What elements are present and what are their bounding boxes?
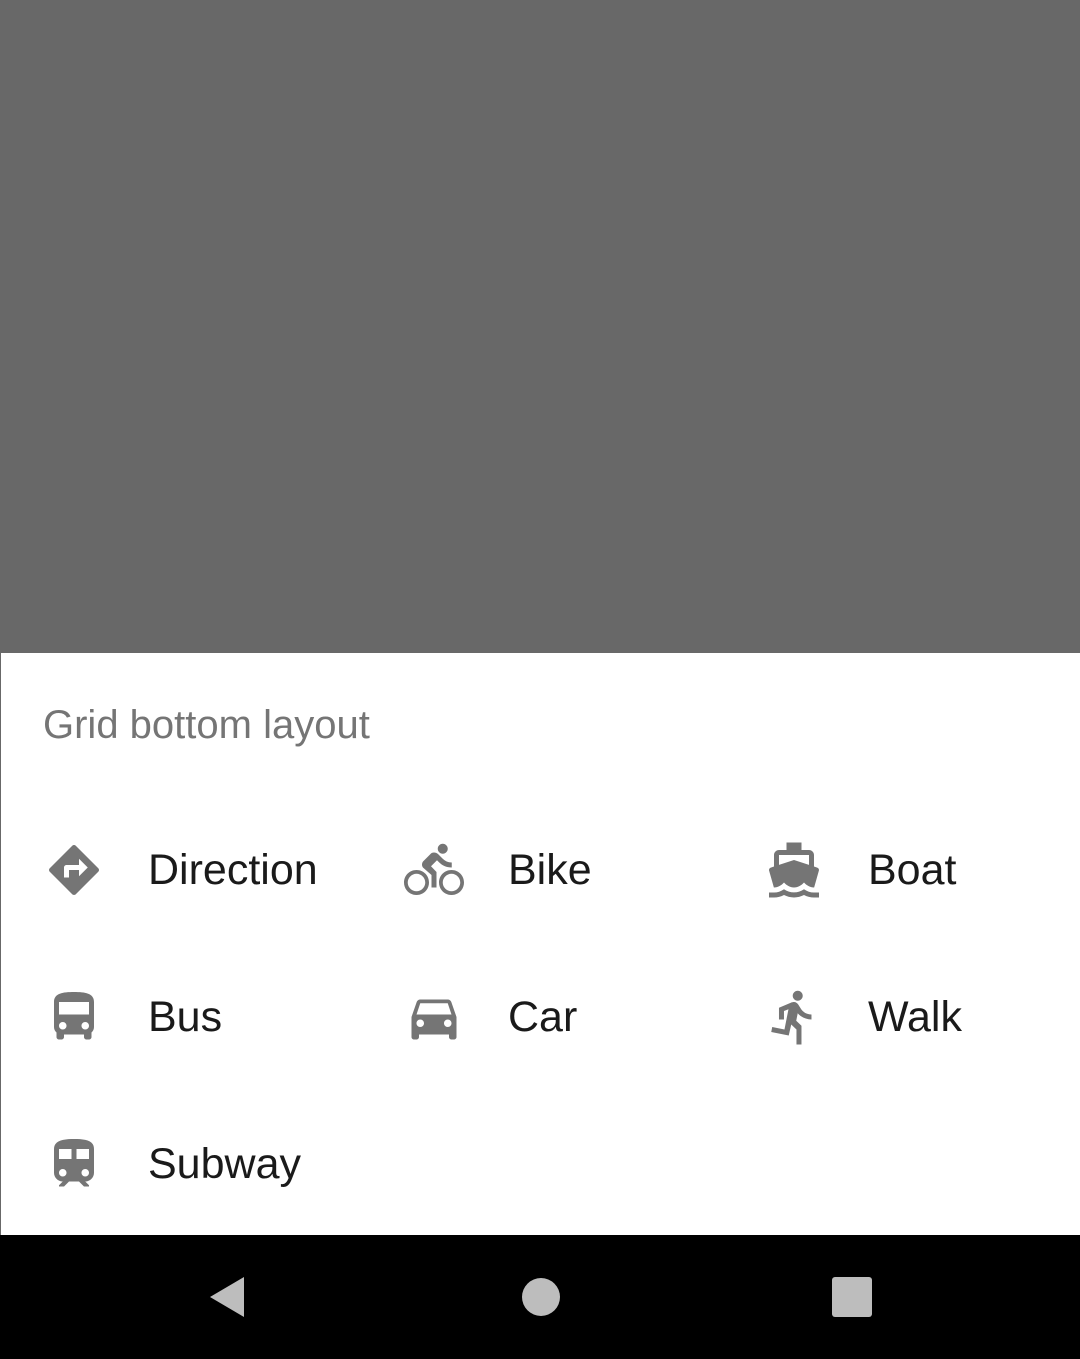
recents-button[interactable] bbox=[782, 1235, 922, 1359]
dimmed-background-scrim[interactable] bbox=[0, 0, 1080, 653]
grid-item-label: Subway bbox=[148, 1140, 301, 1188]
grid-item-bus[interactable]: Bus bbox=[0, 943, 360, 1090]
car-icon bbox=[404, 987, 464, 1047]
grid-item-bike[interactable]: Bike bbox=[360, 796, 720, 943]
bike-icon bbox=[404, 840, 464, 900]
walk-icon bbox=[764, 987, 824, 1047]
boat-icon bbox=[764, 840, 824, 900]
recents-icon bbox=[832, 1277, 872, 1317]
grid-item-label: Bike bbox=[508, 846, 592, 894]
grid-item-car[interactable]: Car bbox=[360, 943, 720, 1090]
home-icon bbox=[522, 1278, 560, 1316]
grid-item-label: Bus bbox=[148, 993, 223, 1041]
sheet-title: Grid bottom layout bbox=[43, 703, 370, 747]
grid-item-label: Car bbox=[508, 993, 578, 1041]
system-navigation-bar bbox=[0, 1235, 1080, 1359]
grid-item-direction[interactable]: Direction bbox=[0, 796, 360, 943]
grid-item-label: Boat bbox=[868, 846, 957, 894]
grid-item-label: Walk bbox=[868, 993, 962, 1041]
bus-icon bbox=[44, 987, 104, 1047]
back-button[interactable] bbox=[158, 1235, 298, 1359]
back-icon bbox=[210, 1277, 244, 1317]
subway-icon bbox=[44, 1134, 104, 1194]
directions-icon bbox=[44, 840, 104, 900]
grid-item-boat[interactable]: Boat bbox=[720, 796, 1080, 943]
grid-item-subway[interactable]: Subway bbox=[0, 1090, 360, 1237]
grid-item-label: Direction bbox=[148, 846, 318, 894]
grid-item-walk[interactable]: Walk bbox=[720, 943, 1080, 1090]
home-button[interactable] bbox=[471, 1235, 611, 1359]
